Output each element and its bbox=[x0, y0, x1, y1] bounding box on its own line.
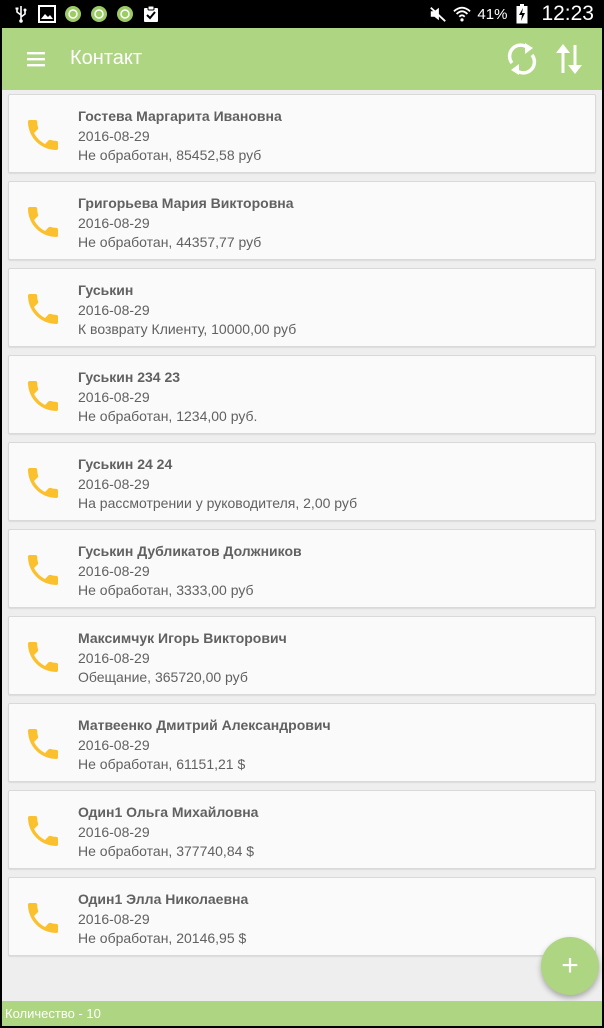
image-icon bbox=[38, 5, 56, 23]
mute-icon bbox=[429, 5, 447, 23]
phone-icon bbox=[23, 202, 63, 242]
contact-card[interactable]: Один1 Элла Николаевна 2016-08-29 Не обра… bbox=[8, 877, 596, 956]
wifi-icon bbox=[453, 5, 472, 23]
contact-count: Количество - 10 bbox=[2, 1001, 602, 1026]
phone-icon bbox=[23, 550, 63, 590]
contact-status: Не обработан, 20146,95 $ bbox=[78, 930, 247, 946]
phone-icon bbox=[23, 811, 63, 851]
contact-status: На рассмотрении у руководителя, 2,00 руб bbox=[78, 495, 358, 511]
usb-icon bbox=[12, 5, 30, 23]
contact-name: Гуськин Дубликатов Должников bbox=[78, 543, 302, 559]
phone-icon bbox=[23, 898, 63, 938]
contact-status: Не обработан, 85452,58 руб bbox=[78, 147, 262, 163]
plus-icon: + bbox=[561, 949, 579, 982]
contact-name: Один1 Элла Николаевна bbox=[78, 891, 249, 907]
contact-card[interactable]: Григорьева Мария Викторовна 2016-08-29 Н… bbox=[8, 181, 596, 260]
contact-name: Один1 Ольга Михайловна bbox=[78, 804, 259, 820]
phone-icon bbox=[23, 289, 63, 329]
contact-status: Не обработан, 377740,84 $ bbox=[78, 843, 255, 859]
contact-status: Не обработан, 1234,00 руб. bbox=[78, 408, 258, 424]
phone-icon bbox=[23, 463, 63, 503]
contact-date: 2016-08-29 bbox=[78, 824, 150, 840]
contact-date: 2016-08-29 bbox=[78, 476, 150, 492]
app-notification-icon bbox=[116, 5, 134, 23]
contact-name: Гуськин bbox=[78, 282, 134, 298]
contact-name: Григорьева Мария Викторовна bbox=[78, 195, 294, 211]
contact-date: 2016-08-29 bbox=[78, 128, 150, 144]
contact-card[interactable]: Матвеенко Дмитрий Александрович 2016-08-… bbox=[8, 703, 596, 782]
phone-icon bbox=[23, 724, 63, 764]
contact-date: 2016-08-29 bbox=[78, 650, 150, 666]
contact-status: Обещание, 365720,00 руб bbox=[78, 669, 248, 685]
contact-card[interactable]: Гуськин 234 23 2016-08-29 Не обработан, … bbox=[8, 355, 596, 434]
sort-icon[interactable] bbox=[554, 41, 584, 77]
contact-date: 2016-08-29 bbox=[78, 737, 150, 753]
contact-card[interactable]: Гуськин 24 24 2016-08-29 На рассмотрении… bbox=[8, 442, 596, 521]
app-notification-icon bbox=[64, 5, 82, 23]
contact-card[interactable]: Один1 Ольга Михайловна 2016-08-29 Не обр… bbox=[8, 790, 596, 869]
sync-icon[interactable] bbox=[504, 41, 540, 77]
contact-date: 2016-08-29 bbox=[78, 302, 150, 318]
contact-card[interactable]: Гуськин 2016-08-29 К возврату Клиенту, 1… bbox=[8, 268, 596, 347]
contact-status: Не обработан, 61151,21 $ bbox=[78, 756, 246, 772]
contact-card[interactable]: Максимчук Игорь Викторович 2016-08-29 Об… bbox=[8, 616, 596, 695]
battery-charging-icon bbox=[513, 4, 531, 24]
menu-icon[interactable] bbox=[26, 48, 48, 70]
contact-date: 2016-08-29 bbox=[78, 389, 150, 405]
phone-icon bbox=[23, 376, 63, 416]
contact-status: К возврату Клиенту, 10000,00 руб bbox=[78, 321, 297, 337]
contact-name: Матвеенко Дмитрий Александрович bbox=[78, 717, 331, 733]
contact-list: Гостева Маргарита Ивановна 2016-08-29 Не… bbox=[8, 94, 596, 964]
app-notification-icon bbox=[90, 5, 108, 23]
contact-name: Гуськин 24 24 bbox=[78, 456, 173, 472]
contact-card[interactable]: Гостева Маргарита Ивановна 2016-08-29 Не… bbox=[8, 94, 596, 173]
status-bar: 41% 12:23 bbox=[2, 0, 602, 28]
battery-percent: 41% bbox=[477, 5, 508, 23]
clipboard-check-icon bbox=[142, 5, 160, 23]
contact-date: 2016-08-29 bbox=[78, 563, 150, 579]
screen: 41% 12:23 Контакт Гостева Маргарита Иван… bbox=[2, 0, 602, 1026]
contact-card[interactable]: Гуськин Дубликатов Должников 2016-08-29 … bbox=[8, 529, 596, 608]
app-bar: Контакт bbox=[2, 28, 602, 90]
phone-icon bbox=[23, 115, 63, 155]
contact-name: Гуськин 234 23 bbox=[78, 369, 181, 385]
contact-name: Максимчук Игорь Викторович bbox=[78, 630, 287, 646]
phone-icon bbox=[23, 637, 63, 677]
contact-status: Не обработан, 3333,00 руб bbox=[78, 582, 254, 598]
contact-name: Гостева Маргарита Ивановна bbox=[78, 108, 282, 124]
contact-date: 2016-08-29 bbox=[78, 215, 150, 231]
clock: 12:23 bbox=[541, 2, 594, 25]
add-contact-button[interactable]: + bbox=[541, 937, 599, 995]
contact-date: 2016-08-29 bbox=[78, 911, 150, 927]
page-title: Контакт bbox=[70, 47, 143, 69]
contact-status: Не обработан, 44357,77 руб bbox=[78, 234, 262, 250]
